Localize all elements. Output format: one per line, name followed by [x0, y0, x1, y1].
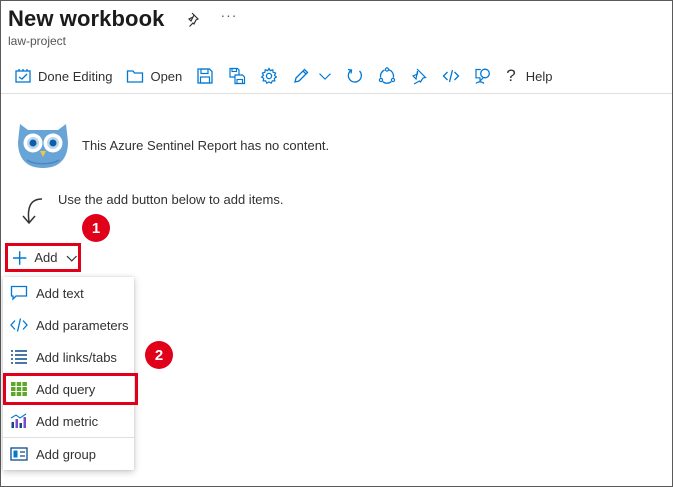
text-bubble-icon [10, 285, 28, 301]
more-options-button[interactable]: ··· [220, 8, 237, 22]
pencil-icon [294, 68, 309, 83]
add-button-label: Add [34, 250, 58, 265]
open-label: Open [150, 68, 183, 84]
menu-item-label: Add metric [36, 413, 99, 429]
save-as-icon [229, 67, 246, 85]
menu-item-label: Add group [36, 446, 96, 462]
save-button[interactable] [189, 62, 221, 90]
toolbar: Done Editing Open ? Help [8, 62, 559, 90]
menu-item-add-text[interactable]: Add text [3, 277, 134, 309]
step-1-callout: 1 [82, 214, 110, 242]
resource-name: law-project [8, 34, 67, 48]
grid-icon [11, 382, 27, 396]
gear-icon [260, 67, 278, 85]
edit-button[interactable] [285, 62, 314, 90]
menu-item-add-query[interactable]: Add query [3, 373, 138, 405]
code-icon [442, 69, 460, 83]
menu-item-add-links-tabs[interactable]: Add links/tabs [3, 341, 134, 373]
code-icon [10, 318, 28, 332]
save-icon [197, 68, 213, 84]
metric-chart-icon [10, 413, 27, 428]
chevron-down-icon [319, 73, 332, 80]
share-icon [379, 67, 396, 84]
share-button[interactable] [371, 62, 403, 90]
help-label: Help [525, 68, 553, 84]
help-button[interactable]: ? Help [499, 62, 559, 90]
done-editing-button[interactable]: Done Editing [8, 62, 119, 90]
group-icon [10, 447, 28, 461]
settings-button[interactable] [253, 62, 285, 90]
title-row: New workbook ··· [8, 4, 237, 34]
refresh-icon [347, 68, 363, 83]
folder-icon [127, 70, 144, 83]
curved-arrow-icon [22, 198, 43, 225]
chevron-down-icon [67, 255, 78, 262]
feedback-button[interactable] [467, 62, 499, 90]
advanced-editor-button[interactable] [435, 62, 467, 90]
empty-state-hint: Use the add button below to add items. [58, 192, 284, 207]
pin-icon[interactable] [186, 11, 202, 27]
save-as-button[interactable] [221, 62, 253, 90]
plus-icon [12, 250, 27, 265]
empty-state-message: This Azure Sentinel Report has no conten… [82, 138, 330, 153]
menu-item-label: Add query [36, 381, 96, 397]
open-button[interactable]: Open [119, 62, 189, 90]
edit-dropdown-button[interactable] [314, 62, 339, 90]
menu-item-label: Add links/tabs [36, 349, 117, 365]
menu-item-label: Add text [36, 285, 84, 301]
refresh-button[interactable] [339, 62, 371, 90]
step-2-callout: 2 [145, 341, 173, 369]
edit-done-icon [15, 69, 31, 83]
help-icon: ? [506, 66, 516, 85]
menu-item-label: Add parameters [36, 317, 129, 333]
toolbar-divider [1, 93, 672, 94]
menu-item-add-group[interactable]: Add group [3, 438, 134, 470]
add-menu: Add text Add parameters Add links/tabs A… [3, 277, 138, 470]
done-editing-label: Done Editing [38, 68, 113, 84]
menu-item-add-parameters[interactable]: Add parameters [3, 309, 134, 341]
list-icon [11, 350, 27, 364]
menu-item-add-metric[interactable]: Add metric [3, 405, 134, 437]
page-title: New workbook [8, 6, 165, 31]
add-button[interactable]: Add [5, 243, 81, 272]
pin-button[interactable] [403, 62, 435, 90]
feedback-icon [475, 68, 491, 84]
owl-mascot-icon [18, 124, 68, 168]
pin-icon [412, 68, 427, 85]
